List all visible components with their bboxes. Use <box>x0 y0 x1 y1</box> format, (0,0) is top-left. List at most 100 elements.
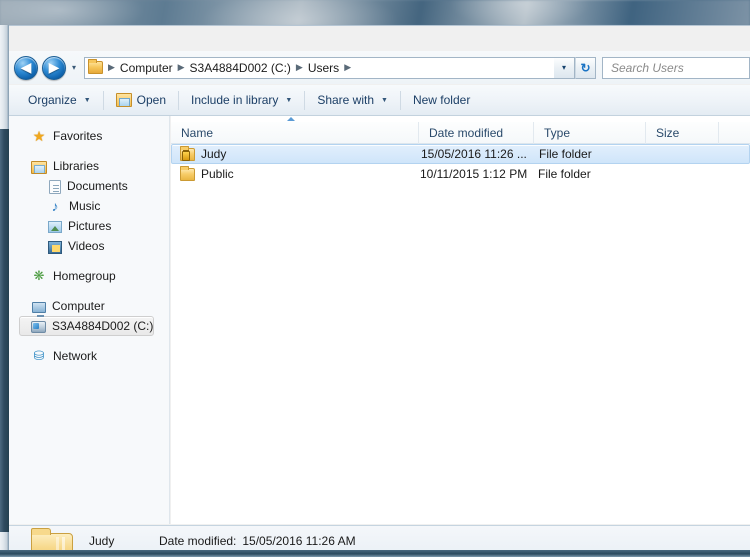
column-header-size-label: Size <box>656 125 680 140</box>
toolbar-separator <box>102 90 104 110</box>
table-row[interactable]: Public 10/11/2015 1:12 PM File folder <box>171 164 750 184</box>
search-placeholder: Search Users <box>611 60 684 75</box>
breadcrumb-item-users[interactable]: Users <box>305 61 342 75</box>
refresh-button[interactable]: ↻ <box>575 56 596 79</box>
new-folder-label: New folder <box>412 93 471 107</box>
back-arrow-icon: ◀ <box>20 58 32 75</box>
document-icon <box>49 179 61 194</box>
address-bar: ◀ ▶ ▾ ▶ Computer ▶ S3A4884D002 (C:) ▶ Us… <box>9 51 750 84</box>
chevron-down-icon: ▾ <box>561 63 566 72</box>
forward-arrow-icon: ▶ <box>48 58 60 75</box>
column-header-size[interactable]: Size <box>646 121 719 144</box>
organize-label: Organize <box>28 93 77 107</box>
breadcrumb-separator-2[interactable]: ▶ <box>294 62 305 73</box>
sidebar-item-libraries[interactable]: Libraries <box>9 156 169 176</box>
search-input[interactable]: Search Users <box>602 56 750 79</box>
libraries-icon <box>31 160 47 174</box>
sidebar-item-music[interactable]: ♪ Music <box>9 196 169 216</box>
file-type-cell: File folder <box>538 167 591 181</box>
details-date-value[interactable]: 15/05/2016 11:26 AM <box>242 533 355 550</box>
breadcrumb-item-drive[interactable]: S3A4884D002 (C:) <box>187 61 294 75</box>
column-header-filler[interactable] <box>719 122 750 144</box>
file-type-cell: File folder <box>539 147 592 161</box>
column-header-type-label: Type <box>544 125 571 140</box>
chevron-down-icon: ▼ <box>285 96 293 104</box>
network-icon: ⛁ <box>33 348 45 363</box>
sidebar-item-label: Homegroup <box>53 269 116 283</box>
sidebar-item-documents[interactable]: Documents <box>9 176 169 196</box>
nav-group-favorites: ★ Favorites <box>9 126 169 146</box>
sidebar-item-label: Documents <box>67 179 128 193</box>
sidebar-item-label: Computer <box>52 299 105 313</box>
recent-pages-dropdown[interactable]: ▾ <box>67 63 81 72</box>
breadcrumb-separator-1[interactable]: ▶ <box>176 62 187 73</box>
sidebar-item-label: Videos <box>68 239 105 253</box>
column-header-name-label: Name <box>181 125 214 140</box>
sidebar-item-homegroup[interactable]: ❋ Homegroup <box>9 266 169 286</box>
sidebar-item-pictures[interactable]: Pictures <box>9 216 169 236</box>
back-button[interactable]: ◀ <box>14 55 38 80</box>
file-list-pane[interactable]: Name Date modified Type Size Judy 15/05/… <box>171 116 750 524</box>
sidebar-item-computer[interactable]: Computer <box>9 296 169 317</box>
computer-icon <box>32 301 46 317</box>
column-header-date-modified[interactable]: Date modified <box>419 121 534 144</box>
forward-button[interactable]: ▶ <box>42 55 66 80</box>
column-header-type[interactable]: Type <box>534 121 646 144</box>
file-name-label: Judy <box>201 147 227 161</box>
sidebar-item-network[interactable]: ⛁ Network <box>9 346 169 366</box>
window-left-edge-shadow <box>0 129 9 532</box>
window-bottom-edge <box>0 550 750 557</box>
sidebar-item-favorites[interactable]: ★ Favorites <box>9 126 169 146</box>
open-label: Open <box>136 93 166 107</box>
file-name-cell: Public <box>171 165 419 181</box>
refresh-icon: ↻ <box>580 60 591 75</box>
open-button[interactable]: Open <box>106 89 176 112</box>
music-icon: ♪ <box>51 198 59 214</box>
include-in-library-button[interactable]: Include in library ▼ <box>181 89 302 112</box>
column-header-row: Name Date modified Type Size <box>171 121 750 144</box>
share-with-label: Share with <box>317 93 375 107</box>
sidebar-item-label: Libraries <box>53 159 100 173</box>
share-with-button[interactable]: Share with ▼ <box>307 89 398 112</box>
sidebar-item-drive-c[interactable]: S3A4884D002 (C:) <box>9 316 169 336</box>
explorer-window: ◀ ▶ ▾ ▶ Computer ▶ S3A4884D002 (C:) ▶ Us… <box>0 25 750 557</box>
details-primary-line: Judy Date modified: 15/05/2016 11:26 AM <box>89 533 356 550</box>
sidebar-item-label: Pictures <box>68 219 112 233</box>
details-item-name: Judy <box>89 534 115 548</box>
videos-icon <box>48 240 62 254</box>
homegroup-icon: ❋ <box>33 268 45 283</box>
sidebar-item-label: Music <box>69 199 101 213</box>
file-rows: Judy 15/05/2016 11:26 ... File folder Pu… <box>171 144 750 184</box>
toolbar-separator <box>304 90 306 110</box>
new-folder-button[interactable]: New folder <box>403 89 480 112</box>
sidebar-item-videos[interactable]: Videos <box>9 236 169 256</box>
table-row[interactable]: Judy 15/05/2016 11:26 ... File folder <box>171 144 750 164</box>
file-date-cell: 15/05/2016 11:26 ... <box>421 147 527 161</box>
sidebar-item-label: Favorites <box>53 129 103 143</box>
chevron-down-icon: ▼ <box>381 96 388 104</box>
address-dropdown-button[interactable]: ▾ <box>554 56 575 79</box>
breadcrumb-folder-icon <box>88 59 103 74</box>
toolbar-separator <box>178 90 179 110</box>
sidebar-item-label: Network <box>53 349 98 363</box>
breadcrumb-separator-0[interactable]: ▶ <box>106 62 117 73</box>
navigation-pane[interactable]: ★ Favorites Libraries Documents ♪ Music … <box>9 116 170 524</box>
sidebar-item-label: S3A4884D002 (C:) <box>52 319 154 333</box>
toolbar-separator <box>399 90 401 110</box>
breadcrumb[interactable]: ▶ Computer ▶ S3A4884D002 (C:) ▶ Users ▶ <box>84 56 554 79</box>
nav-group-homegroup: ❋ Homegroup <box>9 266 169 286</box>
breadcrumb-item-computer[interactable]: Computer <box>117 61 176 75</box>
breadcrumb-separator-3[interactable]: ▶ <box>342 62 353 73</box>
column-header-date-label: Date modified <box>429 125 504 140</box>
hard-drive-icon <box>31 321 46 333</box>
chevron-down-icon: ▼ <box>83 96 91 104</box>
details-date-label: Date modified: <box>159 534 237 548</box>
desktop-wallpaper <box>0 0 750 26</box>
organize-button[interactable]: Organize ▼ <box>18 89 101 112</box>
nav-group-network: ⛁ Network <box>9 346 169 366</box>
open-folder-icon <box>115 93 132 107</box>
column-header-name[interactable]: Name <box>171 121 419 144</box>
sidebar-selected-highlight[interactable]: S3A4884D002 (C:) <box>19 316 155 336</box>
folder-icon <box>180 165 195 181</box>
include-in-library-label: Include in library <box>191 93 279 107</box>
